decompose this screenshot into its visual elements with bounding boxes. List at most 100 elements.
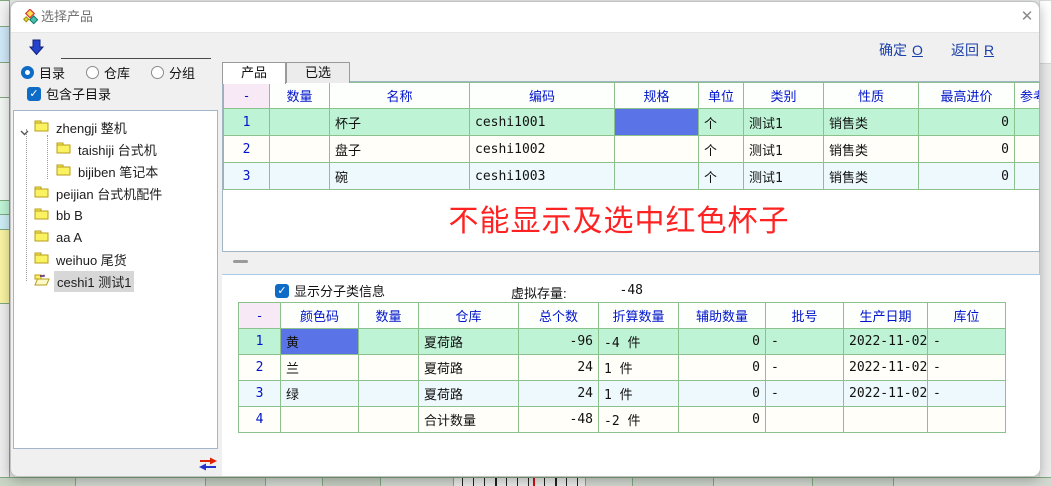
- cell[interactable]: 黄: [281, 329, 359, 355]
- cell[interactable]: 1 件: [599, 381, 679, 407]
- swap-icon[interactable]: [197, 456, 219, 472]
- cell[interactable]: 1: [224, 109, 270, 136]
- cell[interactable]: -48: [519, 407, 599, 433]
- tree-item-bijiben[interactable]: bijiben 笔记本: [56, 161, 161, 181]
- column-header[interactable]: 仓库: [419, 303, 519, 329]
- column-header[interactable]: 单位: [699, 83, 744, 109]
- cell[interactable]: 测试1: [744, 163, 824, 190]
- cell[interactable]: 碗: [330, 163, 470, 190]
- column-header[interactable]: 编码: [470, 83, 615, 109]
- cell[interactable]: 4: [239, 407, 281, 433]
- cell[interactable]: [359, 381, 419, 407]
- search-input[interactable]: [61, 42, 211, 59]
- cell[interactable]: [1015, 136, 1040, 163]
- cell[interactable]: 2022-11-02: [844, 355, 928, 381]
- radio-option-1[interactable]: 仓库: [86, 63, 130, 82]
- column-header[interactable]: 数量: [270, 83, 330, 109]
- column-header[interactable]: 性质: [824, 83, 919, 109]
- cell[interactable]: [281, 407, 359, 433]
- cell[interactable]: [1015, 109, 1040, 136]
- column-header[interactable]: 规格: [615, 83, 699, 109]
- cell[interactable]: 夏荷路: [419, 381, 519, 407]
- column-header[interactable]: 总个数: [519, 303, 599, 329]
- cell[interactable]: [844, 407, 928, 433]
- cell[interactable]: 2: [239, 355, 281, 381]
- cell[interactable]: [615, 136, 699, 163]
- cell[interactable]: 夏荷路: [419, 355, 519, 381]
- arrow-down-icon[interactable]: [29, 39, 45, 56]
- cell[interactable]: 1: [239, 329, 281, 355]
- radio-option-0[interactable]: 目录: [21, 63, 65, 82]
- cell[interactable]: 0: [679, 381, 766, 407]
- tree-item-zhengji[interactable]: zhengji 整机: [34, 117, 130, 137]
- cell[interactable]: -: [766, 329, 844, 355]
- column-header[interactable]: 折算数量: [599, 303, 679, 329]
- cell[interactable]: 个: [699, 163, 744, 190]
- cell[interactable]: 兰: [281, 355, 359, 381]
- cell[interactable]: ceshi1003: [470, 163, 615, 190]
- cell[interactable]: [359, 329, 419, 355]
- cell[interactable]: [1015, 163, 1040, 190]
- tab-0[interactable]: 产品: [222, 62, 286, 84]
- cell[interactable]: 绿: [281, 381, 359, 407]
- include-subdir-checkbox[interactable]: ✓ 包含子目录: [27, 84, 111, 103]
- cell[interactable]: [270, 109, 330, 136]
- cell[interactable]: 3: [239, 381, 281, 407]
- cell[interactable]: [615, 163, 699, 190]
- cell[interactable]: 1 件: [599, 355, 679, 381]
- cell[interactable]: 合计数量: [419, 407, 519, 433]
- column-header[interactable]: 名称: [330, 83, 470, 109]
- column-header[interactable]: 数量: [359, 303, 419, 329]
- cell[interactable]: [359, 355, 419, 381]
- radio-option-2[interactable]: 分组: [151, 63, 195, 82]
- column-header[interactable]: 颜色码: [281, 303, 359, 329]
- cell[interactable]: -96: [519, 329, 599, 355]
- confirm-button[interactable]: 确定O: [879, 40, 923, 60]
- cell[interactable]: 24: [519, 355, 599, 381]
- cell[interactable]: 0: [679, 355, 766, 381]
- cell[interactable]: 测试1: [744, 136, 824, 163]
- cell[interactable]: 2022-11-02: [844, 381, 928, 407]
- column-header[interactable]: -: [224, 83, 270, 109]
- cell[interactable]: ceshi1001: [470, 109, 615, 136]
- cell[interactable]: -: [928, 381, 1006, 407]
- cell[interactable]: 0: [679, 329, 766, 355]
- chevron-down-icon[interactable]: [20, 124, 29, 139]
- cell[interactable]: [270, 163, 330, 190]
- cell[interactable]: 测试1: [744, 109, 824, 136]
- back-button[interactable]: 返回R: [951, 40, 994, 60]
- cell[interactable]: 2: [224, 136, 270, 163]
- column-header[interactable]: 最高进价: [919, 83, 1015, 109]
- cell[interactable]: 个: [699, 136, 744, 163]
- cell[interactable]: [270, 136, 330, 163]
- cell[interactable]: 杯子: [330, 109, 470, 136]
- cell[interactable]: [615, 109, 699, 136]
- cell[interactable]: 销售类: [824, 163, 919, 190]
- column-header[interactable]: 批号: [766, 303, 844, 329]
- cell[interactable]: ceshi1002: [470, 136, 615, 163]
- cell[interactable]: -4 件: [599, 329, 679, 355]
- tree-item-aa[interactable]: aa A: [34, 227, 85, 247]
- column-header[interactable]: 辅助数量: [679, 303, 766, 329]
- cell[interactable]: 个: [699, 109, 744, 136]
- cell[interactable]: 2022-11-02: [844, 329, 928, 355]
- tree-item-peijian[interactable]: peijian 台式机配件: [34, 183, 165, 203]
- tab-1[interactable]: 已选: [286, 62, 350, 83]
- tree-item-taishiji[interactable]: taishiji 台式机: [56, 139, 160, 159]
- cell[interactable]: 0: [919, 109, 1015, 136]
- cell[interactable]: -: [928, 329, 1006, 355]
- column-header[interactable]: 参考: [1015, 83, 1040, 109]
- show-subclass-checkbox[interactable]: ✓ 显示分子类信息: [275, 281, 385, 300]
- cell[interactable]: 0: [919, 136, 1015, 163]
- cell[interactable]: 夏荷路: [419, 329, 519, 355]
- cell[interactable]: -2 件: [599, 407, 679, 433]
- cell[interactable]: -: [928, 355, 1006, 381]
- cell[interactable]: 3: [224, 163, 270, 190]
- column-header[interactable]: -: [239, 303, 281, 329]
- cell[interactable]: 24: [519, 381, 599, 407]
- tree-item-bb[interactable]: bb B: [34, 205, 86, 225]
- cell[interactable]: -: [766, 355, 844, 381]
- cell[interactable]: 盘子: [330, 136, 470, 163]
- cell[interactable]: 0: [679, 407, 766, 433]
- column-header[interactable]: 库位: [928, 303, 1006, 329]
